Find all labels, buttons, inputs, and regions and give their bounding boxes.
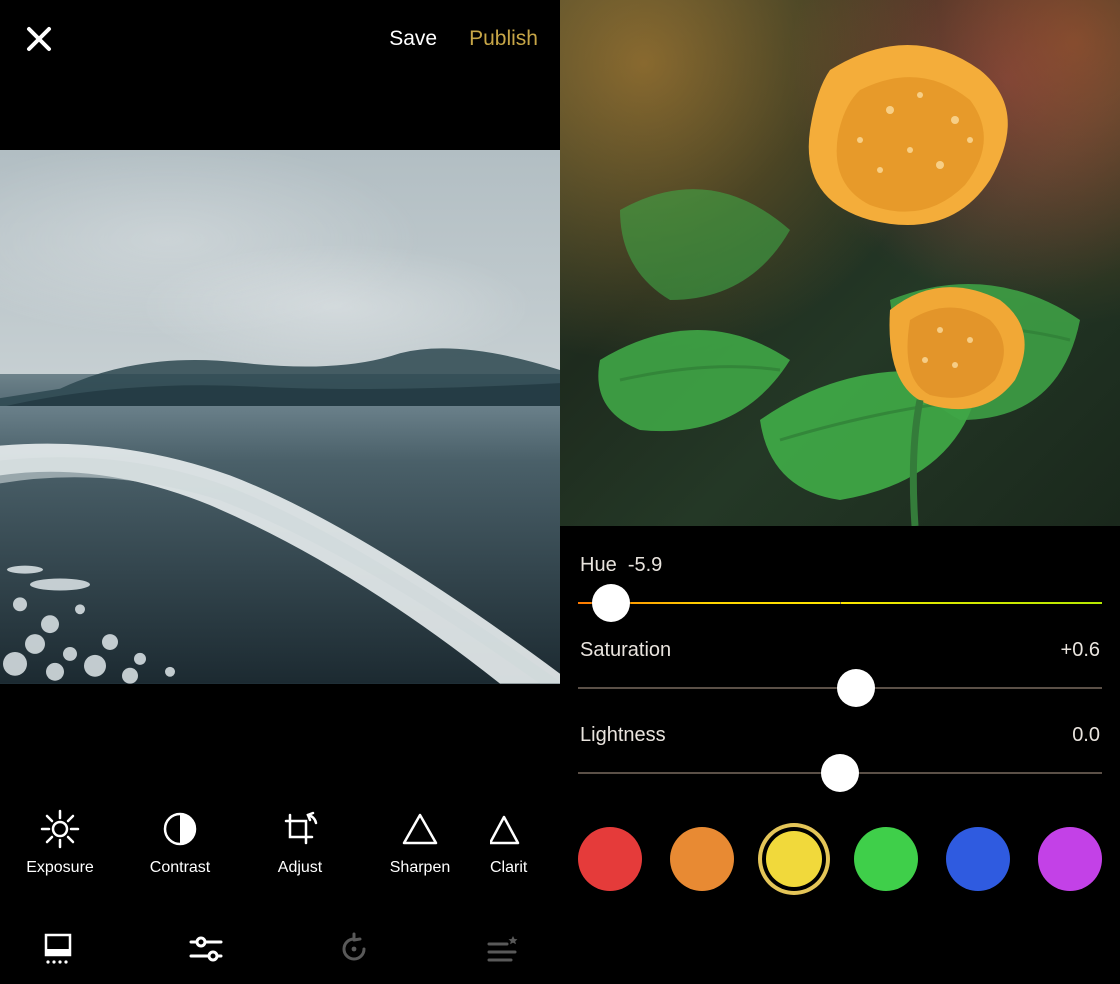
reset-icon: [337, 932, 371, 966]
lightness-slider[interactable]: [574, 755, 1106, 791]
color-adjust-screen: Hue -5.9 Saturation +0.6: [560, 0, 1120, 984]
hue-slider[interactable]: [574, 585, 1106, 621]
photo-preview[interactable]: [560, 0, 1120, 526]
swatch-magenta[interactable]: [1038, 827, 1102, 891]
double-triangle-icon: [490, 809, 530, 849]
tool-sharpen[interactable]: Sharpen: [360, 809, 480, 877]
tab-adjustments[interactable]: [184, 927, 228, 971]
hue-label: Hue -5.9: [580, 554, 662, 577]
top-bar: Save Publish: [0, 0, 560, 60]
saturation-label: Saturation: [580, 639, 671, 662]
tool-contrast[interactable]: Contrast: [120, 809, 240, 877]
swatch-yellow[interactable]: [762, 827, 826, 891]
sun-icon: [40, 809, 80, 849]
tool-label: Clarit: [490, 859, 527, 877]
slider-thumb[interactable]: [592, 584, 630, 622]
levels-star-icon: [485, 934, 519, 964]
tool-clarity[interactable]: Clarit: [480, 809, 560, 877]
tab-reset: [332, 927, 376, 971]
half-circle-icon: [162, 809, 198, 849]
edit-tools-row[interactable]: Exposure Contrast: [0, 788, 560, 898]
crop-rotate-icon: [280, 809, 320, 849]
triangle-icon: [400, 809, 440, 849]
close-icon: [26, 26, 52, 52]
slider-thumb[interactable]: [821, 754, 859, 792]
tool-label: Contrast: [150, 859, 210, 877]
sliders-icon: [189, 934, 223, 964]
swatch-blue[interactable]: [946, 827, 1010, 891]
frame-dots-icon: [41, 932, 75, 966]
saturation-slider[interactable]: [574, 670, 1106, 706]
tool-label: Exposure: [26, 859, 94, 877]
tab-levels: [480, 927, 524, 971]
hue-control: Hue -5.9: [574, 554, 1106, 621]
tool-label: Sharpen: [390, 859, 451, 877]
lightness-label: Lightness: [580, 724, 666, 747]
saturation-value: +0.6: [1061, 639, 1100, 662]
slider-track: [578, 602, 1102, 604]
bottom-tab-bar: [0, 914, 560, 984]
tab-frames[interactable]: [36, 927, 80, 971]
swatch-green[interactable]: [854, 827, 918, 891]
photo-preview[interactable]: [0, 150, 560, 684]
swatch-orange[interactable]: [670, 827, 734, 891]
swatch-red[interactable]: [578, 827, 642, 891]
saturation-control: Saturation +0.6: [574, 639, 1106, 706]
editor-screen-left: Save Publish: [0, 0, 560, 984]
tool-label: Adjust: [278, 859, 322, 877]
tool-exposure[interactable]: Exposure: [0, 809, 120, 877]
save-button[interactable]: Save: [389, 27, 437, 51]
tool-adjust[interactable]: Adjust: [240, 809, 360, 877]
lightness-control: Lightness 0.0: [574, 724, 1106, 791]
lightness-value: 0.0: [1072, 724, 1100, 747]
close-button[interactable]: [22, 22, 56, 56]
color-swatch-row: [574, 809, 1106, 891]
top-actions: Save Publish: [389, 27, 538, 51]
slider-thumb[interactable]: [837, 669, 875, 707]
publish-button[interactable]: Publish: [469, 27, 538, 51]
color-controls: Hue -5.9 Saturation +0.6: [560, 526, 1120, 984]
